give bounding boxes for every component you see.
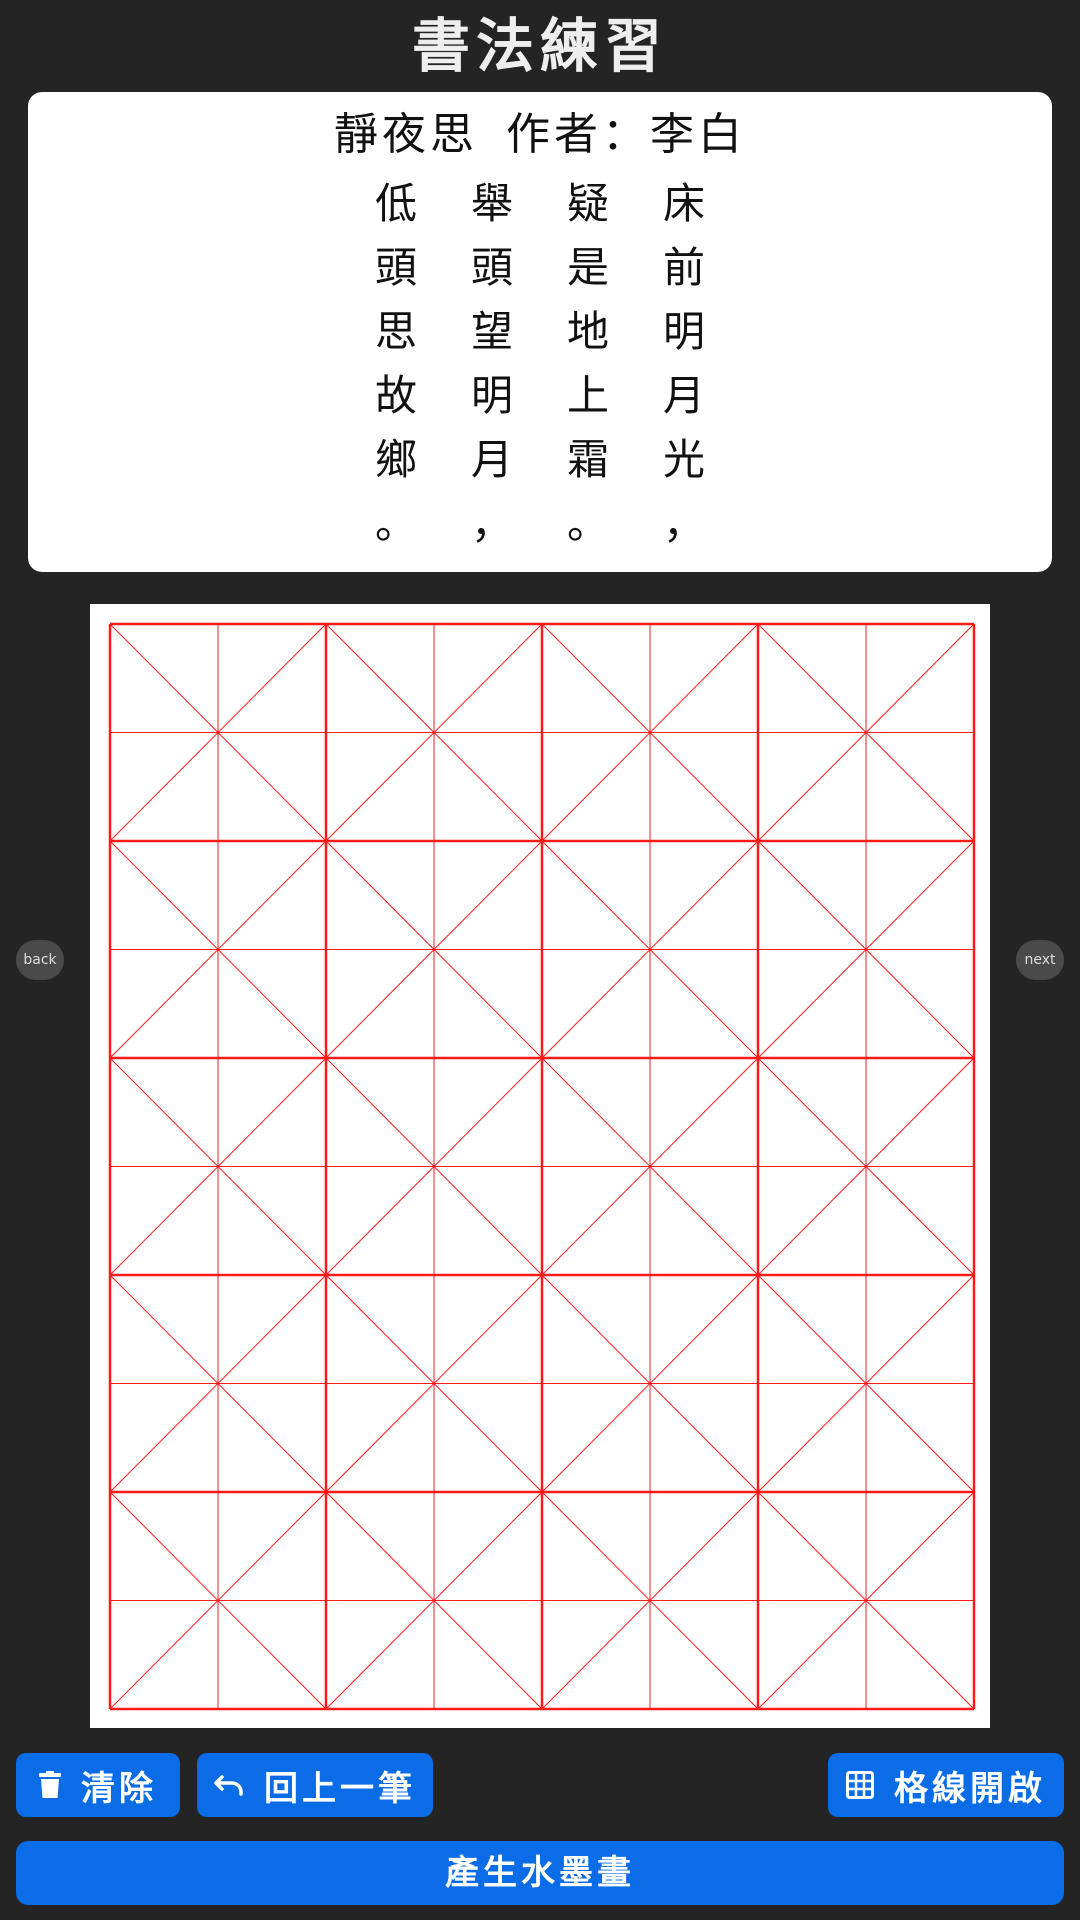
- poem-char: 月: [470, 435, 513, 484]
- poem-punctuation: ，: [470, 499, 513, 548]
- grid-toggle-label: 格線開啟: [894, 1768, 1046, 1809]
- poem-char: 頭: [470, 243, 513, 292]
- poem-punctuation: 。: [566, 499, 609, 548]
- poem-column-1: 床 前 明 月 光 ，: [660, 172, 708, 562]
- poem-body: 床 前 明 月 光 ， 疑 是 地 上 霜 。 舉 頭 望 明 月 ， 低 頭 …: [28, 172, 1052, 562]
- poem-char: 舉: [470, 179, 513, 228]
- poem-char: 故: [374, 371, 417, 420]
- poem-column-3: 舉 頭 望 明 月 ，: [468, 172, 516, 562]
- poem-char: 光: [662, 435, 705, 484]
- poem-punctuation: ，: [662, 499, 705, 548]
- poem-char: 是: [566, 243, 609, 292]
- poem-char: 霜: [566, 435, 609, 484]
- app-title: 書法練習: [411, 12, 668, 80]
- poem-char: 思: [374, 307, 417, 356]
- grid-icon: [846, 1771, 874, 1799]
- grid-toggle-button[interactable]: 格線開啟: [828, 1753, 1064, 1817]
- undo-button[interactable]: 回上一筆: [197, 1753, 433, 1817]
- poem-char: 月: [662, 371, 705, 420]
- poem-char: 望: [470, 307, 513, 356]
- poem-column-2: 疑 是 地 上 霜 。: [564, 172, 612, 562]
- poem-column-4: 低 頭 思 故 鄉 。: [372, 172, 420, 562]
- poem-char: 前: [662, 243, 705, 292]
- practice-grid: [108, 622, 976, 1711]
- clear-button[interactable]: 清除: [16, 1753, 180, 1817]
- poem-char: 疑: [566, 179, 609, 228]
- poem-char: 鄉: [374, 435, 417, 484]
- undo-label: 回上一筆: [264, 1768, 416, 1809]
- poem-punctuation: 。: [374, 499, 417, 548]
- poem-heading: 靜夜思 作者：李白: [28, 100, 1052, 170]
- clear-label: 清除: [81, 1768, 157, 1809]
- poem-card: 靜夜思 作者：李白 床 前 明 月 光 ， 疑 是 地 上 霜 。 舉 頭 望 明…: [28, 92, 1052, 572]
- poem-char: 上: [566, 371, 609, 420]
- poem-char: 頭: [374, 243, 417, 292]
- back-button[interactable]: back: [16, 940, 64, 980]
- poem-char: 明: [470, 371, 513, 420]
- undo-icon: [214, 1775, 243, 1796]
- poem-char: 明: [662, 307, 705, 356]
- drawing-canvas[interactable]: [90, 604, 990, 1728]
- poem-title: 靜夜思: [334, 109, 478, 160]
- generate-ink-painting-button[interactable]: 產生水墨畫: [16, 1841, 1064, 1905]
- poem-char: 床: [662, 179, 705, 228]
- poem-char: 低: [374, 179, 417, 228]
- poem-author: 作者：李白: [506, 109, 746, 160]
- trash-icon: [39, 1771, 61, 1798]
- poem-char: 地: [566, 307, 609, 356]
- next-button[interactable]: next: [1016, 940, 1064, 980]
